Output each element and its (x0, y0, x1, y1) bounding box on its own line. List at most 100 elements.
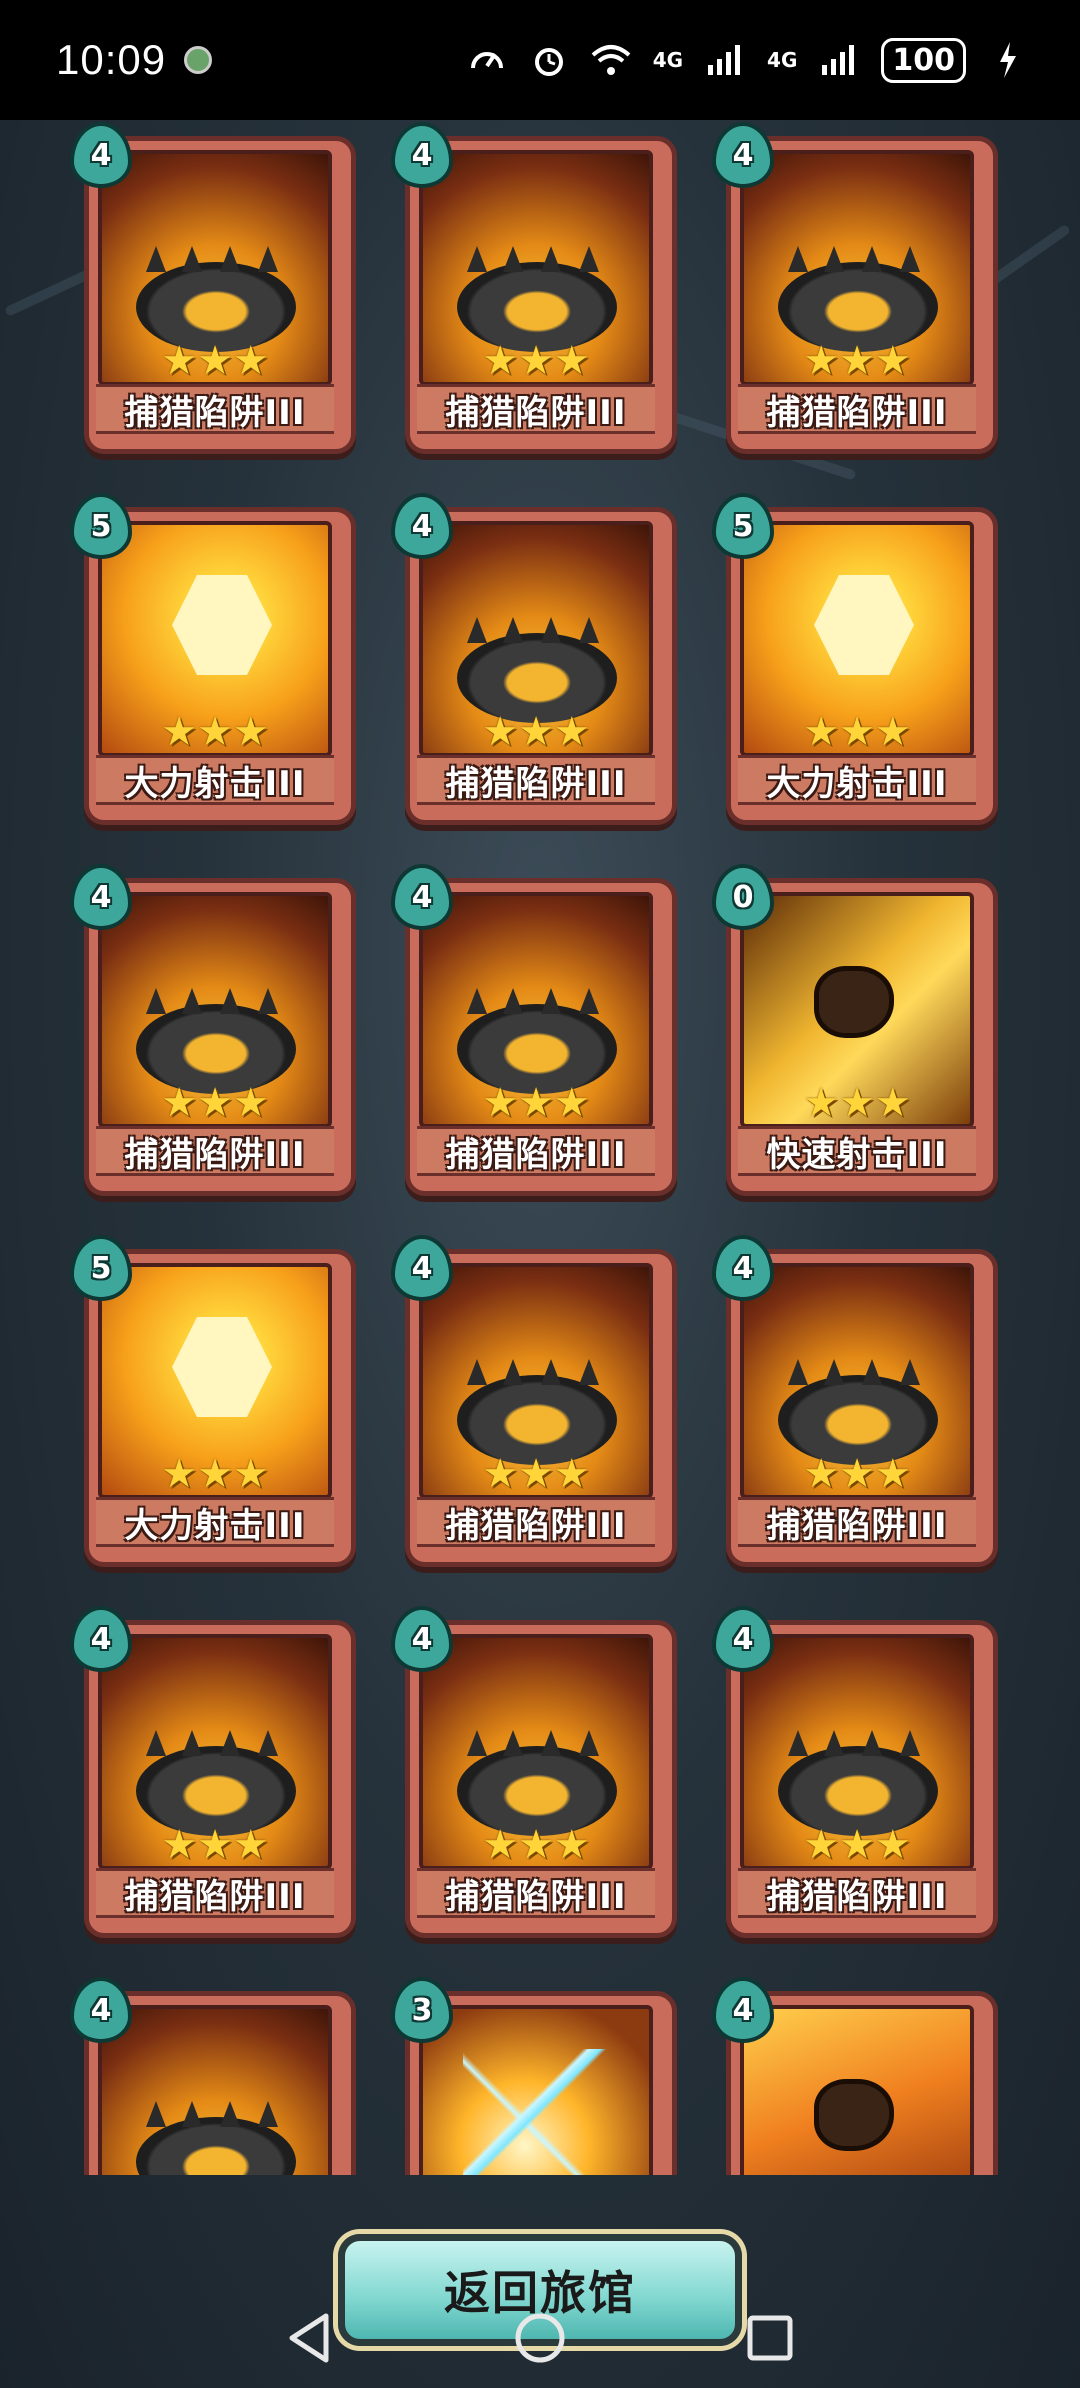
trap-spike (862, 1730, 882, 1756)
trap-spike (467, 617, 487, 643)
trap-spike (788, 1359, 808, 1385)
trap-spike (146, 1730, 166, 1756)
trap-spike (503, 1359, 523, 1385)
cost-value: 5 (732, 508, 754, 544)
skill-card[interactable]: ★★★ 捕猎陷阱III 4 (391, 1606, 677, 1938)
card-name-plate: 捕猎陷阱III (738, 1497, 976, 1547)
skill-card[interactable]: ★★★ 捕猎陷阱III 4 (712, 1606, 998, 1938)
power-shot-icon (172, 575, 272, 675)
cost-value: 4 (90, 137, 112, 173)
skill-card[interactable]: ★★★ 捕猎陷阱III 4 (712, 122, 998, 454)
trap-spike (182, 246, 202, 272)
skill-card[interactable]: ★★★ 捕猎陷阱III 4 (391, 1235, 677, 1567)
skill-card[interactable]: ★★★ 快速射击III 0 (712, 864, 998, 1196)
cost-badge: 4 (70, 122, 132, 188)
card-name-plate: 捕猎陷阱III (96, 384, 334, 434)
card-art-trap (98, 2005, 332, 2175)
wifi-icon (591, 40, 631, 80)
trap-spike (900, 1359, 920, 1385)
cost-value: 4 (411, 879, 433, 915)
cost-value: 4 (732, 1621, 754, 1657)
skill-card[interactable]: ★★★ 捕猎陷阱III 4 (391, 493, 677, 825)
trap-spike (220, 246, 240, 272)
skill-card[interactable]: ★★★ 捕猎陷阱III 4 (70, 122, 356, 454)
cost-badge: 0 (712, 864, 774, 930)
cost-badge: 4 (712, 1606, 774, 1672)
star-rating: ★★★ (482, 1080, 590, 1126)
cost-badge: 4 (712, 1977, 774, 2043)
trap-spike (824, 1730, 844, 1756)
speed-icon (467, 40, 507, 80)
card-name-plate: 快速射击III (738, 1126, 976, 1176)
alarm-icon (529, 40, 569, 80)
card-name: 捕猎陷阱III (445, 392, 627, 433)
star-rating: ★★★ (482, 338, 590, 384)
trap-spike (579, 246, 599, 272)
cost-badge: 4 (70, 1606, 132, 1672)
card-name: 捕猎陷阱III (445, 763, 627, 804)
skill-card[interactable]: ★★★ 捕猎陷阱III 4 (391, 122, 677, 454)
card-name-plate: 捕猎陷阱III (417, 755, 655, 805)
cost-value: 4 (732, 137, 754, 173)
status-right: 4G 4G 100 (467, 37, 1028, 83)
card-grid[interactable]: ★★★ 捕猎陷阱III 4 ★★★ 捕猎陷阱III 4 ★★★ 捕猎陷阱III 4 ★★★ 大力射击… (0, 120, 1080, 2175)
star-rating: ★★★ (803, 1451, 911, 1497)
cost-value: 4 (411, 1250, 433, 1286)
trap-spike (824, 246, 844, 272)
cost-value: 5 (90, 508, 112, 544)
card-name: 捕猎陷阱III (766, 1505, 948, 1546)
clock: 10:09 (56, 36, 167, 83)
skill-card[interactable]: ★★★ 大力射击III 5 (712, 493, 998, 825)
card-art-rock (740, 2005, 974, 2175)
card-name-plate: 大力射击III (738, 755, 976, 805)
skill-card[interactable]: ★★★ 大力射击III 5 (70, 493, 356, 825)
trap-spike (541, 617, 561, 643)
back-icon[interactable] (280, 2308, 340, 2368)
card-name: 捕猎陷阱III (445, 1134, 627, 1175)
cost-badge: 4 (712, 1235, 774, 1301)
skill-card[interactable]: ★★★ 大力射击III 5 (70, 1235, 356, 1567)
cost-value: 4 (732, 1250, 754, 1286)
trap-spike (182, 2101, 202, 2127)
star-rating: ★★★ (803, 1080, 911, 1126)
status-left: 10:09 (56, 36, 213, 84)
skill-card[interactable]: 4 (70, 1977, 356, 2175)
card-art-lightning (419, 2005, 653, 2175)
app-notification-icon (184, 46, 213, 74)
star-rating: ★★★ (161, 1080, 269, 1126)
home-icon[interactable] (510, 2308, 570, 2368)
trap-spike (900, 1730, 920, 1756)
cost-value: 4 (90, 1621, 112, 1657)
star-rating: ★★★ (161, 1451, 269, 1497)
recent-apps-icon[interactable] (740, 2308, 800, 2368)
trap-spike (503, 1730, 523, 1756)
card-name: 大力射击III (766, 763, 948, 804)
skill-card[interactable]: ★★★ 捕猎陷阱III 4 (391, 864, 677, 1196)
trap-spike (258, 2101, 278, 2127)
trap-spike (467, 246, 487, 272)
card-name-plate: 捕猎陷阱III (738, 1868, 976, 1918)
star-rating: ★★★ (482, 709, 590, 755)
card-name: 大力射击III (124, 763, 306, 804)
battery-icon: 100 (881, 37, 966, 83)
stone-projectile-icon (814, 2079, 894, 2151)
star-rating: ★★★ (161, 1822, 269, 1868)
trap-spike (503, 617, 523, 643)
skill-card[interactable]: ★★★ 捕猎陷阱III 4 (712, 1235, 998, 1567)
cost-value: 4 (90, 1992, 112, 2028)
star-rating: ★★★ (161, 338, 269, 384)
cost-badge: 3 (391, 1977, 453, 2043)
skill-card[interactable]: 3 (391, 1977, 677, 2175)
card-name: 捕猎陷阱III (124, 1876, 306, 1917)
trap-spike (220, 988, 240, 1014)
skill-card[interactable]: ★★★ 捕猎陷阱III 4 (70, 1606, 356, 1938)
trap-spike (579, 1359, 599, 1385)
trap-spike (182, 1730, 202, 1756)
trap-spike (258, 1730, 278, 1756)
skill-card[interactable]: ★★★ 捕猎陷阱III 4 (70, 864, 356, 1196)
trap-spike (146, 2101, 166, 2127)
skill-card[interactable]: 4 (712, 1977, 998, 2175)
network-label: 4G (652, 48, 684, 72)
card-name: 快速射击III (766, 1134, 948, 1175)
star-rating: ★★★ (803, 709, 911, 755)
